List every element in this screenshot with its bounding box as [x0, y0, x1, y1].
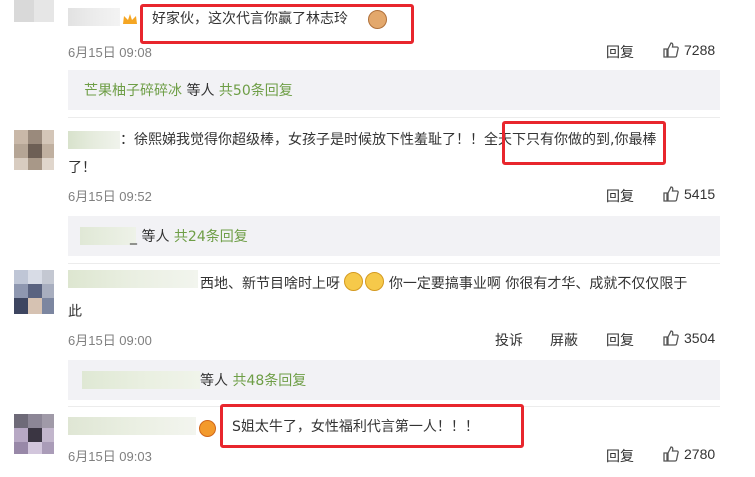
thumbs-up-icon[interactable] — [662, 41, 680, 59]
thumbs-up-icon[interactable] — [662, 185, 680, 203]
reply-button[interactable]: 回复 — [606, 186, 634, 206]
reply-summary-name-blurred — [80, 227, 136, 245]
reply-summary[interactable]: 等人 共48条回复 — [68, 360, 720, 400]
avatar[interactable] — [14, 0, 54, 22]
reply-button[interactable]: 回复 — [606, 446, 634, 466]
reply-summary-name[interactable]: _ — [130, 229, 137, 245]
reply-summary-name-blurred — [82, 371, 200, 389]
comment-timestamp: 6月15日 09:00 — [68, 333, 152, 348]
username-blurred[interactable] — [68, 417, 196, 435]
reply-button[interactable]: 回复 — [606, 42, 634, 62]
highlight-box — [502, 121, 666, 165]
block-button[interactable]: 屏蔽 — [550, 330, 578, 350]
reply-summary-name[interactable]: 芒果柚子碎碎冰 — [84, 83, 182, 99]
highlight-box — [140, 4, 414, 44]
report-button[interactable]: 投诉 — [495, 330, 523, 350]
username-blurred[interactable] — [68, 270, 198, 288]
comment-text: 西地、新节目啥时上呀 你一定要搞事业啊 你很有才华、成就不仅仅限于 — [200, 271, 687, 297]
username-blurred[interactable] — [68, 131, 120, 149]
avatar[interactable] — [14, 414, 54, 454]
comment-timestamp: 6月15日 09:03 — [68, 449, 152, 464]
thumbs-up-icon[interactable] — [662, 445, 680, 463]
reply-summary[interactable]: 芒果柚子碎碎冰 等人 共50条回复 — [68, 70, 720, 110]
divider — [68, 117, 720, 118]
comment-text-line2: 此 — [68, 304, 82, 320]
reply-summary-count[interactable]: 共24条回复 — [174, 229, 248, 245]
comment-timestamp: 6月15日 09:08 — [68, 45, 152, 60]
reply-summary[interactable]: _ 等人 共24条回复 — [68, 216, 720, 256]
like-count: 7288 — [684, 42, 716, 58]
username-blurred[interactable] — [68, 8, 120, 26]
divider — [68, 263, 720, 264]
reply-summary-prefix: 等人 — [137, 229, 174, 245]
fire-badge-icon — [199, 419, 216, 438]
like-count: 5415 — [684, 186, 716, 202]
like-count: 2780 — [684, 446, 716, 462]
reply-summary-prefix: 等人 — [182, 83, 219, 99]
crying-emoji-icon — [344, 272, 364, 291]
like-count: 3504 — [684, 330, 716, 346]
avatar[interactable] — [14, 270, 54, 314]
thumbs-up-icon[interactable] — [662, 329, 680, 347]
crying-emoji-icon — [365, 272, 385, 291]
comment-text-line2: 了！ — [68, 160, 96, 176]
crown-badge-icon — [122, 11, 138, 25]
highlight-box — [220, 404, 524, 448]
reply-summary-count[interactable]: 共48条回复 — [232, 373, 306, 389]
comment-timestamp: 6月15日 09:52 — [68, 189, 152, 204]
reply-button[interactable]: 回复 — [606, 330, 634, 350]
avatar[interactable] — [14, 130, 54, 170]
reply-summary-prefix: 等人 — [200, 373, 233, 389]
reply-summary-count[interactable]: 共50条回复 — [219, 83, 293, 99]
